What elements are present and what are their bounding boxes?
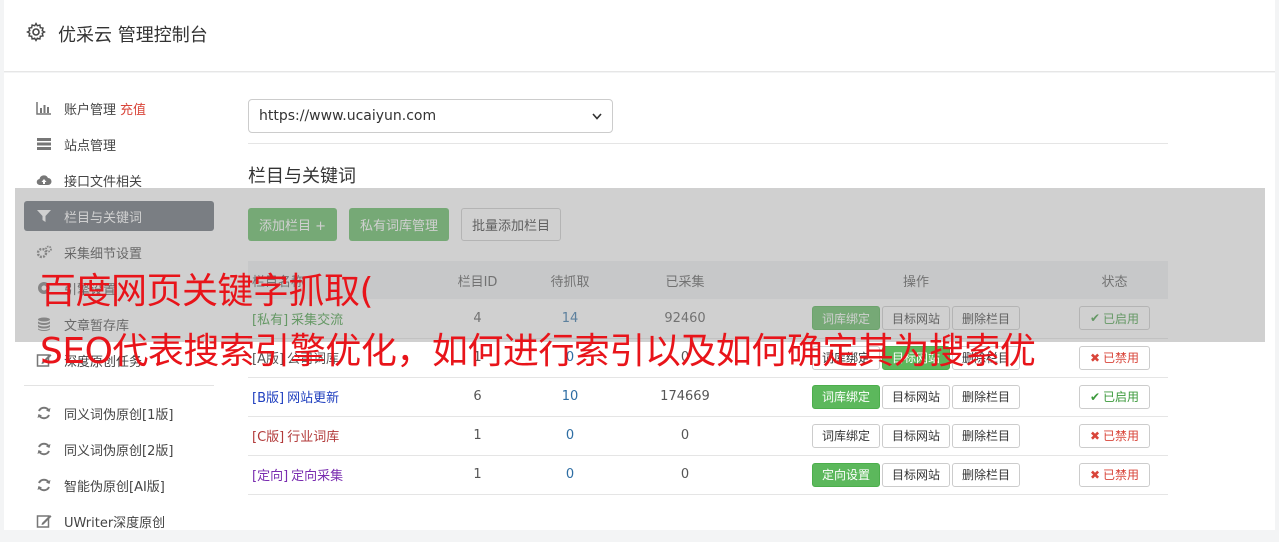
column-tag: [定向] xyxy=(252,469,289,484)
bind-library-button[interactable]: 定向设置 xyxy=(811,462,880,487)
page-title: 优采云 管理控制台 xyxy=(58,25,208,46)
sidebar-item-synonym-v2[interactable]: 同义词伪原创[2版] xyxy=(24,434,214,464)
column-tag: [B版] xyxy=(252,391,285,406)
pending-count[interactable]: 0 xyxy=(541,455,599,494)
sidebar-item-label: 智能伪原创[AI版] xyxy=(64,479,165,495)
recharge-link[interactable]: 充值 xyxy=(120,99,146,118)
sidebar-item-label: 同义词伪原创[1版] xyxy=(64,407,174,423)
bar-chart-icon xyxy=(36,101,52,115)
refresh-icon xyxy=(36,442,52,456)
target-site-button[interactable]: 目标网站 xyxy=(881,384,950,409)
actions-cell: 定向设置 目标网站 删除栏目 xyxy=(771,455,1061,494)
pending-count[interactable]: 0 xyxy=(541,416,599,455)
sidebar-item-label: 接口文件相关 xyxy=(64,174,143,190)
table-row: [定向] 定向采集 1 0 0 定向设置 目标网站 删除栏目 ✖ 已禁用 xyxy=(248,455,1168,494)
site-select-value: https://www.ucaiyun.com xyxy=(259,108,437,124)
delete-column-button[interactable]: 删除栏目 xyxy=(952,462,1021,487)
status-cell: ✔ 已启用 xyxy=(1061,377,1168,416)
refresh-icon xyxy=(36,406,52,420)
target-site-button[interactable]: 目标网站 xyxy=(881,423,950,448)
divider xyxy=(248,143,1168,144)
column-name: 网站更新 xyxy=(287,391,340,406)
cross-icon: ✖ xyxy=(1089,350,1101,365)
column-name-cell[interactable]: [B版] 网站更新 xyxy=(248,377,414,416)
actions-cell: 词库绑定 目标网站 删除栏目 xyxy=(771,416,1061,455)
status-label: 已禁用 xyxy=(1103,468,1140,482)
section-title: 栏目与关键词 xyxy=(248,166,356,187)
column-name: 定向采集 xyxy=(291,469,344,484)
sidebar-item-label: UWriter深度原创 xyxy=(64,515,166,531)
check-icon: ✔ xyxy=(1089,389,1101,404)
sidebar-item-label: 账户管理 xyxy=(64,102,117,118)
table-row: [C版] 行业词库 1 0 0 词库绑定 目标网站 删除栏目 ✖ 已禁用 xyxy=(248,416,1168,455)
sidebar-item-account[interactable]: 账户管理 充值 xyxy=(24,93,214,123)
status-cell: ✖ 已禁用 xyxy=(1061,338,1168,377)
status-label: 已禁用 xyxy=(1103,429,1140,443)
site-select[interactable]: https://www.ucaiyun.com xyxy=(248,99,613,133)
cross-icon: ✖ xyxy=(1089,428,1101,443)
sidebar-divider xyxy=(24,385,214,386)
sidebar-item-uwriter[interactable]: UWriter深度原创 xyxy=(24,506,214,536)
watermark-overlay xyxy=(15,188,1265,342)
chevron-down-icon xyxy=(592,112,602,120)
actions-cell: 词库绑定 目标网站 删除栏目 xyxy=(771,377,1061,416)
column-id: 1 xyxy=(473,467,482,482)
top-header: 优采云 管理控制台 xyxy=(4,0,1275,72)
collected-count: 0 xyxy=(680,428,690,443)
column-name: 行业词库 xyxy=(287,430,340,445)
delete-column-button[interactable]: 删除栏目 xyxy=(952,384,1021,409)
bind-library-button[interactable]: 词库绑定 xyxy=(811,423,880,448)
sidebar-item-sites[interactable]: 站点管理 xyxy=(24,129,214,159)
status-toggle[interactable]: ✖ 已禁用 xyxy=(1078,462,1151,487)
column-id: 6 xyxy=(473,389,482,404)
column-id: 1 xyxy=(473,428,482,443)
sidebar-item-ai-original[interactable]: 智能伪原创[AI版] xyxy=(24,470,214,500)
delete-column-button[interactable]: 删除栏目 xyxy=(952,423,1021,448)
pending-count[interactable]: 10 xyxy=(541,377,599,416)
status-toggle[interactable]: ✔ 已启用 xyxy=(1078,384,1151,409)
collected-count: 174669 xyxy=(660,389,710,404)
cross-icon: ✖ xyxy=(1089,467,1101,482)
sidebar-item-label: 同义词伪原创[2版] xyxy=(64,443,174,459)
refresh-icon xyxy=(36,478,52,492)
collected-count: 0 xyxy=(680,467,690,482)
status-toggle[interactable]: ✖ 已禁用 xyxy=(1078,423,1151,448)
column-name-cell[interactable]: [定向] 定向采集 xyxy=(248,455,414,494)
column-tag: [C版] xyxy=(252,430,285,445)
status-toggle[interactable]: ✖ 已禁用 xyxy=(1078,345,1151,370)
sidebar-item-label: 站点管理 xyxy=(64,138,117,154)
status-cell: ✖ 已禁用 xyxy=(1061,416,1168,455)
status-cell: ✖ 已禁用 xyxy=(1061,455,1168,494)
cloud-upload-icon xyxy=(36,173,52,187)
pencil-icon xyxy=(36,514,52,528)
column-name-cell[interactable]: [C版] 行业词库 xyxy=(248,416,414,455)
target-site-button[interactable]: 目标网站 xyxy=(881,462,950,487)
server-icon xyxy=(36,137,52,151)
table-row: [B版] 网站更新 6 10 174669 词库绑定 目标网站 删除栏目 ✔ 已启用 xyxy=(248,377,1168,416)
status-label: 已禁用 xyxy=(1103,351,1140,365)
sidebar-item-synonym-v1[interactable]: 同义词伪原创[1版] xyxy=(24,398,214,428)
gear-icon xyxy=(26,22,46,42)
status-label: 已启用 xyxy=(1103,390,1140,404)
overlay-subline: SEO代表搜索引擎优化，如何进行索引以及如何确定其为搜索优 xyxy=(40,331,1036,372)
bind-library-button[interactable]: 词库绑定 xyxy=(811,384,880,409)
overlay-headline: 百度网页关键字抓取( xyxy=(40,271,374,312)
